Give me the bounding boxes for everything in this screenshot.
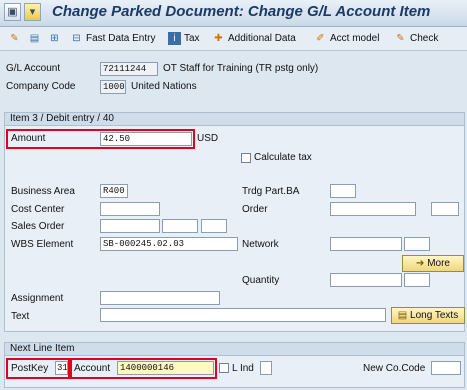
quantity-unit-field[interactable] [404, 273, 430, 287]
trdg-part-field[interactable] [330, 184, 356, 198]
assignment-field[interactable] [100, 291, 220, 305]
tree-icon[interactable]: ⊞ [48, 31, 64, 47]
tax-label: Tax [184, 33, 200, 44]
postkey-label: PostKey [11, 363, 49, 374]
check-label: Check [410, 33, 439, 44]
fast-data-entry-button[interactable]: ⊟ Fast Data Entry [70, 31, 155, 47]
acct-model-button[interactable]: ✐ Acct model [314, 31, 379, 47]
calculate-tax-checkbox[interactable] [241, 153, 251, 163]
acct-model-icon: ✐ [316, 32, 325, 44]
more-arrow-icon: ➔ [416, 258, 425, 269]
title-bar: ▣ ▾ Change Parked Document: Change G/L A… [0, 0, 467, 27]
next-line-section-header: Next Line Item [4, 342, 465, 356]
additional-data-icon: ✚ [214, 32, 223, 44]
order-field[interactable] [330, 202, 416, 216]
item-section-header: Item 3 / Debit entry / 40 [4, 112, 465, 126]
more-button[interactable]: ➔ More [402, 255, 464, 272]
sales-order-label: Sales Order [11, 221, 65, 232]
cost-center-field[interactable] [100, 202, 160, 216]
order-extra-field[interactable] [431, 202, 459, 216]
text-label: Text [11, 311, 30, 322]
l-ind-field[interactable] [260, 361, 272, 375]
sales-order-field[interactable] [100, 219, 160, 233]
quantity-label: Quantity [242, 275, 280, 286]
sales-order-schedule-field[interactable] [201, 219, 227, 233]
document-icon[interactable]: ▤ [28, 31, 44, 47]
acct-model-label: Acct model [330, 33, 380, 44]
fast-entry-icon: ⊟ [72, 32, 81, 44]
tax-button[interactable]: i Tax [168, 31, 200, 47]
l-ind-label: L Ind [232, 363, 254, 374]
gl-account-field: 72111244 [100, 62, 158, 76]
postkey-field[interactable]: 31 [55, 361, 68, 375]
long-texts-icon: ▤ [397, 310, 408, 321]
cost-center-label: Cost Center [11, 204, 65, 215]
quantity-field[interactable] [330, 273, 402, 287]
calculate-tax-label: Calculate tax [254, 152, 312, 163]
long-texts-button[interactable]: ▤ Long Texts [391, 307, 465, 324]
network-label: Network [242, 239, 279, 250]
amount-label: Amount [11, 133, 46, 144]
item-section [4, 125, 465, 332]
more-label: More [427, 258, 450, 269]
wbs-element-field[interactable]: SB-000245.02.03 [100, 237, 238, 251]
company-code-field: 1000 [100, 80, 126, 94]
new-cocode-field[interactable] [431, 361, 461, 375]
fast-data-entry-label: Fast Data Entry [86, 33, 156, 44]
save-icon[interactable]: ▣ [4, 3, 21, 21]
info-icon: i [168, 31, 181, 45]
text-field[interactable] [100, 308, 386, 322]
sales-order-item-field[interactable] [162, 219, 198, 233]
company-code-description: United Nations [131, 81, 197, 92]
window-title: Change Parked Document: Change G/L Accou… [52, 3, 431, 20]
business-area-label: Business Area [11, 186, 75, 197]
account-label: Account [74, 363, 111, 374]
display-change-icon[interactable]: ✎ [8, 31, 24, 47]
currency-label: USD [197, 133, 219, 144]
long-texts-label: Long Texts [410, 310, 459, 321]
l-ind-checkbox[interactable] [219, 363, 229, 373]
menu-icon[interactable]: ▾ [24, 3, 41, 21]
additional-data-button[interactable]: ✚ Additional Data [212, 31, 296, 47]
application-toolbar: ✎ ▤ ⊞ ⊟ Fast Data Entry i Tax ✚ Additional … [0, 27, 467, 51]
additional-data-label: Additional Data [228, 33, 296, 44]
trdg-part-label: Trdg Part.BA [242, 186, 300, 197]
business-area-field[interactable]: R400 [100, 184, 128, 198]
new-cocode-label: New Co.Code [363, 363, 426, 374]
assignment-label: Assignment [11, 293, 64, 304]
gl-account-label: G/L Account [6, 63, 61, 74]
network-field[interactable] [330, 237, 402, 251]
company-code-label: Company Code [6, 81, 76, 92]
amount-field[interactable]: 42.50 [100, 132, 192, 146]
check-icon: ✎ [396, 32, 405, 44]
order-label: Order [242, 204, 268, 215]
account-field[interactable]: 1400000146 [117, 361, 214, 375]
network-activity-field[interactable] [404, 237, 430, 251]
gl-account-description: OT Staff for Training (TR pstg only) [163, 63, 319, 74]
check-button[interactable]: ✎ Check [394, 31, 438, 47]
wbs-element-label: WBS Element [11, 239, 74, 250]
